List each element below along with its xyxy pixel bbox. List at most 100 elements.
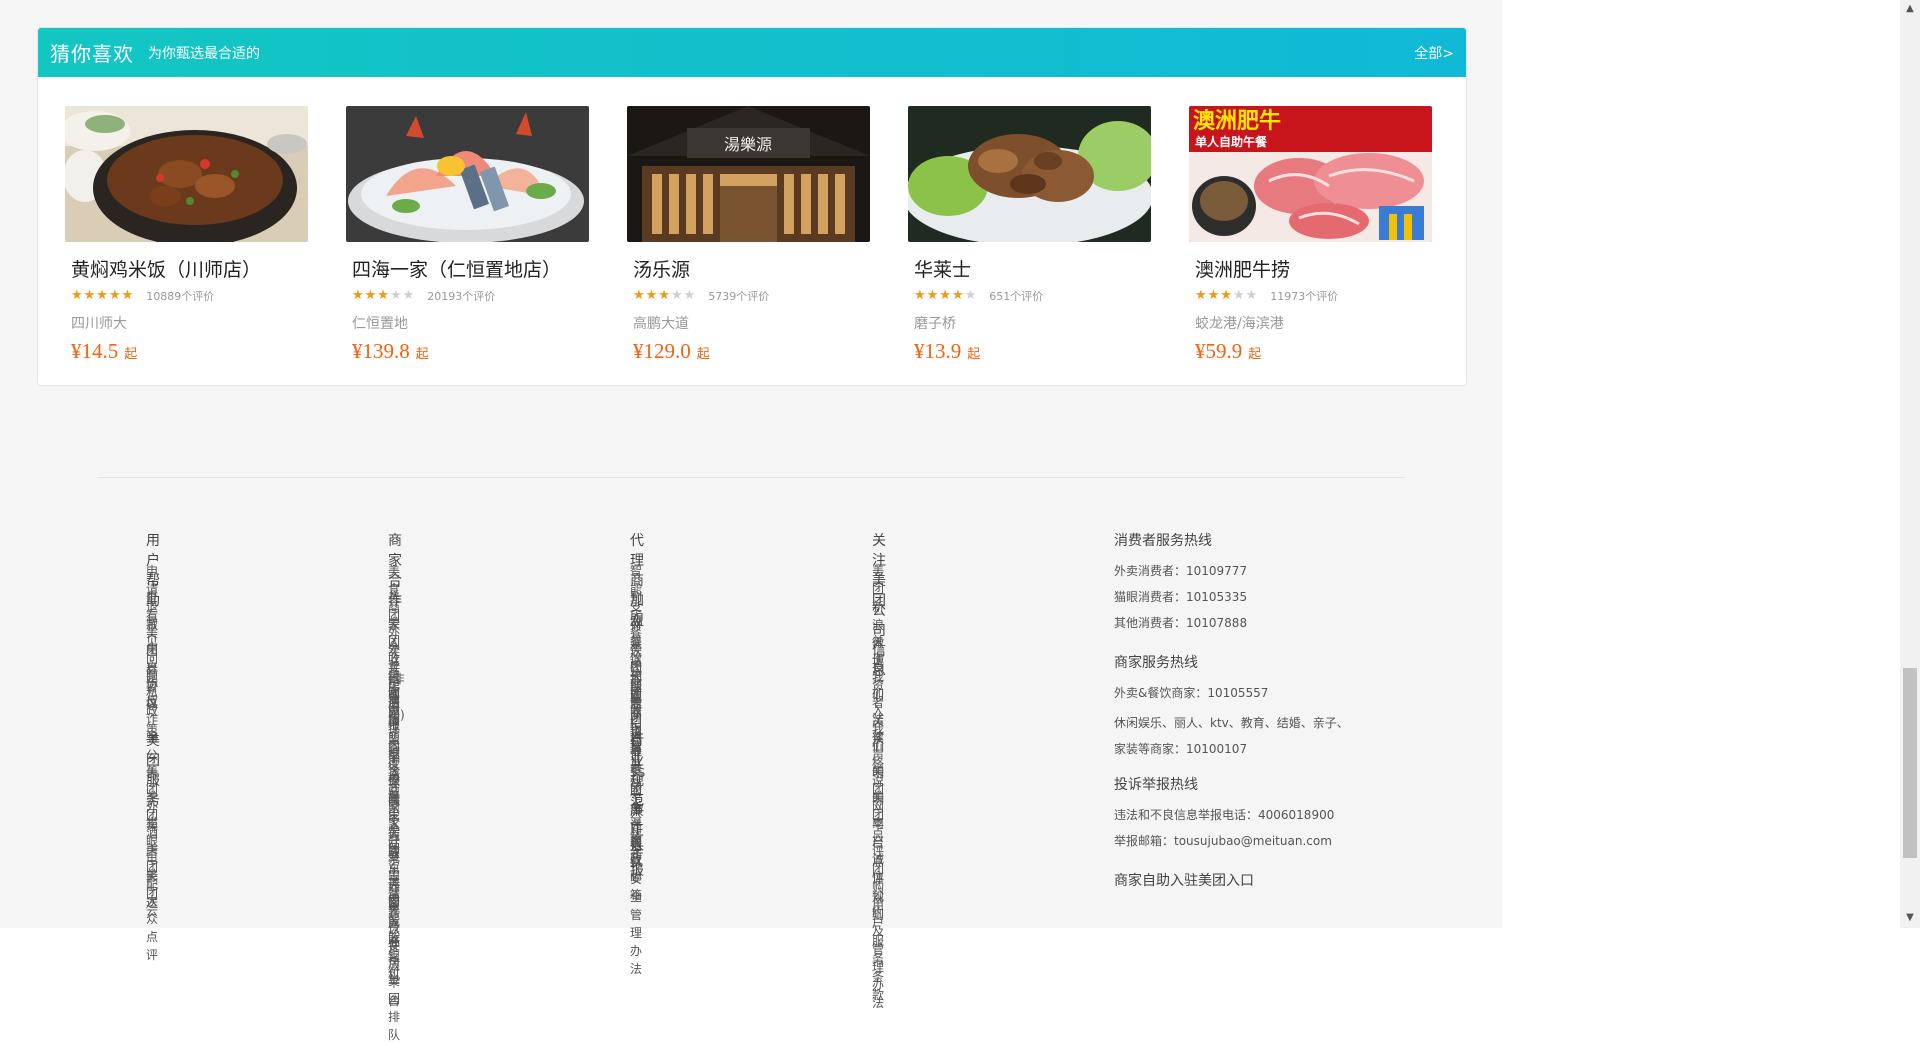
deal-name[interactable]: 汤乐源 [633, 259, 870, 281]
deal-item[interactable]: 四海一家（仁恒置地店） ★★★★★★★★★★ 20193个评价 仁恒置地 ¥13… [346, 106, 589, 364]
footer-link[interactable]: 申请退款 [146, 562, 160, 632]
footer-link[interactable]: 商户诚信公约及管理办法 [872, 814, 886, 1010]
footer-link[interactable]: 反诈骗公告 [146, 692, 160, 780]
hotline-text: 休闲娱乐、丽人、ktv、教育、结婚、亲子、家装等商家：10100107 [1114, 716, 1349, 756]
footer-link[interactable]: 美团点评5S服务商招募 [630, 692, 645, 870]
merchant-self-entry-link[interactable]: 商家自助入驻美团入口 [1114, 870, 1354, 890]
deal-price: ¥14.5 起 [71, 339, 138, 363]
footer-link[interactable]: 美团外卖 [146, 762, 160, 832]
footer-link[interactable]: 美团网平台点评规则 [872, 762, 886, 922]
hotline-text: 其他消费者：10107888 [1114, 616, 1248, 630]
deal-thumbnail-hotpot-beef[interactable]: 澳洲肥牛 单人自助午餐 [1189, 106, 1432, 242]
scroll-up-icon[interactable]: ▲ [1903, 2, 1917, 16]
scrollbar-thumb[interactable] [1903, 668, 1917, 858]
deal-rating: ★★★★★★★★★★ 5739个评价 [633, 287, 870, 305]
recommendation-header: 猜你喜欢 为你甄选最合适的 全部> [38, 28, 1466, 77]
deal-thumbnail-restaurant-front[interactable]: 湯樂源 [627, 106, 870, 242]
footer-link[interactable]: 猫眼电影 [146, 814, 160, 884]
footer-link[interactable]: 投资者关系 [872, 658, 886, 746]
footer-title-company: 公司信息 [872, 603, 886, 679]
footer-link[interactable]: 美团点评团购用户服务条款 [872, 788, 886, 1002]
footer-title-integrity: 廉正举报 [630, 803, 644, 879]
scroll-down-icon[interactable]: ▼ [1903, 911, 1917, 925]
deal-item[interactable]: 湯樂源 汤乐源 ★★★★★★★★★★ 5739个评价 高鹏大道 [627, 106, 870, 364]
deal-rating: ★★★★★★★★★★ 20193个评价 [352, 287, 589, 305]
deal-price: ¥59.9 起 [1195, 339, 1262, 363]
footer-link[interactable]: 加入我们 [872, 684, 886, 754]
footer-link[interactable]: 关于我们 [872, 632, 886, 702]
footer-link[interactable]: 美团云 [146, 866, 160, 918]
footer-title-follow: 关注美团 [872, 533, 886, 609]
footer-link[interactable]: 美团配送 [146, 840, 160, 910]
footer-link[interactable]: 大众点评 [146, 892, 160, 962]
footer-title-merchant-hotline: 商家服务热线 [1114, 655, 1198, 671]
footer-link[interactable]: 美团联盟 [630, 640, 645, 710]
recommendation-list: 黄焖鸡米饭（川师店） ★★★★★ ★★★★★ 10889个评价 四川师大 ¥14.… [38, 77, 1466, 385]
star-rating-icon: ★★★★★★★★★★ [71, 288, 135, 303]
banner-sub-text: 单人自助午餐 [1195, 134, 1268, 149]
deal-area: 磨子桥 [914, 316, 956, 332]
footer-link[interactable]: 美团外卖开店申请 [388, 588, 405, 730]
deal-price: ¥13.9 起 [914, 339, 981, 363]
hotline-text: 外卖&餐饮商家：10105557 [1114, 686, 1269, 700]
recommendation-subtitle: 为你甄选最合适的 [148, 45, 260, 62]
footer-link[interactable]: 榛果民宿房东商家入驻 [388, 770, 405, 948]
deal-name[interactable]: 澳洲肥牛捞 [1195, 259, 1432, 281]
footer-link[interactable]: 美团收银招募线上分销商 [630, 666, 645, 862]
footer-title-merchant: 商家合作 [388, 533, 402, 609]
footer-link[interactable]: 法律声明 [872, 710, 886, 780]
view-all-link[interactable]: 全部> [1414, 43, 1454, 63]
deal-name[interactable]: 四海一家（仁恒置地店） [352, 259, 589, 281]
footer-link[interactable]: 综合商家入驻 [388, 744, 405, 850]
footer-link[interactable]: 商家开票申请 [388, 796, 405, 902]
footer-link[interactable]: 常见问题 [146, 614, 160, 684]
footer-col-hotline: 消费者服务热线 外卖消费者：10109777 猫眼消费者：10105335 其他… [1114, 530, 1354, 902]
review-count: 20193个评价 [427, 290, 496, 303]
deal-item[interactable]: 黄焖鸡米饭（川师店） ★★★★★ ★★★★★ 10889个评价 四川师大 ¥14.… [65, 106, 308, 364]
deal-price: ¥129.0 起 [633, 339, 710, 363]
footer-title-complaint-hotline: 投诉举报热线 [1114, 777, 1198, 793]
footer-title-help: 用户帮助 [146, 533, 160, 609]
footer-link[interactable]: 美团智能支付 [388, 874, 405, 980]
deal-item[interactable]: 华莱士 ★★★★★★★★★★ 651个评价 磨子桥 ¥13.9起 [908, 106, 1151, 364]
footer-divider [97, 477, 1405, 478]
footer-link[interactable]: 免费使用美团排队 [388, 900, 405, 1042]
footer-link[interactable]: 美团酒店 [146, 788, 160, 858]
restaurant-sign-text: 湯樂源 [724, 135, 772, 154]
review-count: 10889个评价 [146, 290, 215, 303]
hotline-text: 外卖消费者：10109777 [1114, 564, 1248, 578]
deal-thumbnail-braised-chicken[interactable] [65, 106, 308, 242]
footer-link[interactable]: 聚宝盆餐饮开放平台 [388, 848, 405, 1008]
star-rating-icon: ★★★★★★★★★★ [1195, 288, 1259, 303]
footer-link[interactable]: 用户协议 [146, 640, 160, 710]
deal-name[interactable]: 华莱士 [914, 259, 1151, 281]
complaint-email-link[interactable]: 举报邮箱：tousujubao@meituan.com [1114, 832, 1354, 858]
deal-name[interactable]: 黄焖鸡米饭（川师店） [71, 259, 308, 281]
footer-link[interactable]: 美团新浪微博 [872, 562, 886, 668]
deal-price: ¥139.8 起 [352, 339, 429, 363]
star-rating-icon: ★★★★★★★★★★ [633, 288, 697, 303]
deal-thumbnail-sashimi[interactable] [346, 106, 589, 242]
footer-link[interactable]: 价格说明 [872, 736, 886, 806]
deal-rating: ★★★★★★★★★★ 651个评价 [914, 287, 1151, 305]
footer-col-merchant: 商家合作 美食商家入驻(非外卖) 美团外卖开店申请 美团收银官网 外卖配送加盟申… [388, 530, 405, 1042]
hotline-text: 违法和不良信息举报电话：4006018900 [1114, 808, 1335, 822]
footer-link[interactable]: 隐私政策 [146, 666, 160, 736]
footer-col-agent: 代理商加盟 智能支付渠道加盟商招募 到店餐饮代理商招募 非餐饮代理商招募 美团联… [630, 530, 645, 976]
deal-item[interactable]: 澳洲肥牛 单人自助午餐 澳洲肥牛捞 ★★★★★ ★★★ 11973个评价 蛟龙港… [1189, 106, 1432, 364]
footer-link[interactable]: 美团点评智能收银机 [388, 822, 405, 982]
footer-title-service: 美团服务 [146, 733, 160, 809]
footer-title-consumer-hotline: 消费者服务热线 [1114, 533, 1212, 549]
deal-rating: ★★★★★★★★★★ 11973个评价 [1195, 287, 1432, 305]
deal-area: 四川师大 [71, 316, 127, 332]
footer-link[interactable]: 美食商家入驻(非外卖) [388, 562, 405, 722]
footer-link[interactable]: 查看美团券密码 [146, 588, 160, 712]
footer-col-company: 关注美团 美团新浪微博 公司信息 关于我们 投资者关系 加入我们 法律声明 价格… [872, 530, 886, 1010]
footer-title-agent: 代理商加盟 [630, 533, 644, 629]
deal-area: 仁恒置地 [352, 316, 408, 332]
footer-link[interactable]: 美团收银官网 [388, 614, 405, 720]
banner-title-text: 澳洲肥牛 [1193, 108, 1281, 134]
recommendation-title: 猜你喜欢 [50, 42, 134, 66]
footer-link[interactable]: 外卖配送加盟申请 [388, 640, 405, 782]
deal-thumbnail-fried-chicken[interactable] [908, 106, 1151, 242]
